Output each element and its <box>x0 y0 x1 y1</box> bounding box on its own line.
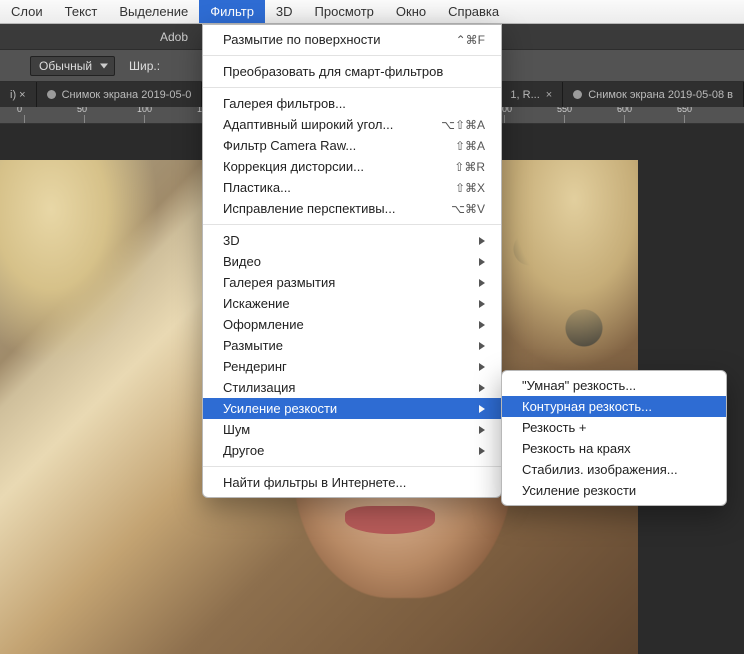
chevron-right-icon <box>479 363 485 371</box>
chevron-right-icon <box>479 342 485 350</box>
menu-item-label: Размытие <box>223 338 283 353</box>
menu-item-browse-filters[interactable]: Найти фильтры в Интернете... <box>203 472 501 493</box>
tab-label: Снимок экрана 2019-05-0 <box>62 89 192 101</box>
menu-text[interactable]: Текст <box>54 0 109 23</box>
ruler-tick <box>144 115 204 123</box>
tab-0[interactable]: i) × <box>0 82 37 107</box>
menu-separator <box>203 87 501 88</box>
chevron-right-icon <box>479 405 485 413</box>
menu-item-vanishing-point[interactable]: Исправление перспективы... ⌥⌘V <box>203 198 501 219</box>
shortcut-label: ⌥⇧⌘A <box>441 118 485 132</box>
menu-item-blur-gallery[interactable]: Галерея размытия <box>203 272 501 293</box>
menu-item-pixelate[interactable]: Оформление <box>203 314 501 335</box>
chevron-right-icon <box>479 279 485 287</box>
chevron-right-icon <box>479 426 485 434</box>
menu-item-label: Оформление <box>223 317 304 332</box>
menu-separator <box>203 466 501 467</box>
menu-item-label: Шум <box>223 422 250 437</box>
shortcut-label: ⌥⌘V <box>451 202 485 216</box>
menu-item-label: Усиление резкости <box>223 401 337 416</box>
ruler-tick <box>84 115 144 123</box>
menu-item-label: Фильтр Camera Raw... <box>223 138 356 153</box>
shortcut-label: ⌃⌘F <box>456 33 485 47</box>
tab-label: 1, R... <box>510 89 539 101</box>
shortcut-label: ⇧⌘R <box>454 160 485 174</box>
tab-1[interactable]: Снимок экрана 2019-05-0 <box>37 82 203 107</box>
chevron-right-icon <box>479 447 485 455</box>
menu-item-filter-gallery[interactable]: Галерея фильтров... <box>203 93 501 114</box>
close-icon[interactable]: × <box>546 89 552 101</box>
menu-layers[interactable]: Слои <box>0 0 54 23</box>
tab-label: Снимок экрана 2019-05-08 в <box>588 89 733 101</box>
app-menubar: Слои Текст Выделение Фильтр 3D Просмотр … <box>0 0 744 24</box>
blend-mode-select[interactable]: Обычный <box>30 56 115 76</box>
submenu-item-smart-sharpen[interactable]: "Умная" резкость... <box>502 375 726 396</box>
menu-item-convert-smart[interactable]: Преобразовать для смарт-фильтров <box>203 61 501 82</box>
ruler-tick <box>624 115 684 123</box>
chevron-right-icon <box>479 258 485 266</box>
submenu-item-sharpen-edges[interactable]: Резкость на краях <box>502 438 726 459</box>
menu-filter[interactable]: Фильтр <box>199 0 265 23</box>
menu-item-label: 3D <box>223 233 240 248</box>
menu-item-label: Размытие по поверхности <box>223 32 380 47</box>
menu-item-noise[interactable]: Шум <box>203 419 501 440</box>
menu-item-label: Видео <box>223 254 261 269</box>
width-label: Шир.: <box>129 59 160 73</box>
tab-2[interactable]: 1, R... × <box>500 82 563 107</box>
menu-3d[interactable]: 3D <box>265 0 304 23</box>
ruler-tick <box>504 115 564 123</box>
close-icon[interactable] <box>47 90 56 99</box>
filter-menu-dropdown: Размытие по поверхности ⌃⌘F Преобразоват… <box>202 24 502 498</box>
menu-item-label: Адаптивный широкий угол... <box>223 117 393 132</box>
menu-item-camera-raw[interactable]: Фильтр Camera Raw... ⇧⌘A <box>203 135 501 156</box>
chevron-right-icon <box>479 321 485 329</box>
menu-item-adaptive-wide-angle[interactable]: Адаптивный широкий угол... ⌥⇧⌘A <box>203 114 501 135</box>
menu-item-sharpen[interactable]: Усиление резкости <box>203 398 501 419</box>
menu-separator <box>203 55 501 56</box>
menu-item-label: Исправление перспективы... <box>223 201 395 216</box>
menu-item-last-filter[interactable]: Размытие по поверхности ⌃⌘F <box>203 29 501 50</box>
tab-label: i) × <box>10 89 26 101</box>
submenu-item-unsharp-mask[interactable]: Контурная резкость... <box>502 396 726 417</box>
menu-item-label: Галерея размытия <box>223 275 335 290</box>
menu-view[interactable]: Просмотр <box>304 0 385 23</box>
menu-item-other[interactable]: Другое <box>203 440 501 461</box>
menu-item-lens-correction[interactable]: Коррекция дисторсии... ⇧⌘R <box>203 156 501 177</box>
menu-separator <box>203 224 501 225</box>
menu-item-3d[interactable]: 3D <box>203 230 501 251</box>
menu-item-video[interactable]: Видео <box>203 251 501 272</box>
menu-item-liquify[interactable]: Пластика... ⇧⌘X <box>203 177 501 198</box>
menu-item-label: Коррекция дисторсии... <box>223 159 364 174</box>
chevron-right-icon <box>479 300 485 308</box>
menu-item-label: Искажение <box>223 296 290 311</box>
menu-item-label: Стилизация <box>223 380 295 395</box>
submenu-item-sharpen[interactable]: Усиление резкости <box>502 480 726 501</box>
ruler-tick <box>564 115 624 123</box>
menu-item-blur[interactable]: Размытие <box>203 335 501 356</box>
menu-item-label: Преобразовать для смарт-фильтров <box>223 64 443 79</box>
menu-item-label: Пластика... <box>223 180 291 195</box>
ruler-tick <box>684 115 744 123</box>
chevron-right-icon <box>479 237 485 245</box>
submenu-item-sharpen-more[interactable]: Резкость + <box>502 417 726 438</box>
menu-item-render[interactable]: Рендеринг <box>203 356 501 377</box>
menu-selection[interactable]: Выделение <box>108 0 199 23</box>
close-icon[interactable] <box>573 90 582 99</box>
shortcut-label: ⇧⌘X <box>455 181 485 195</box>
menu-item-label: Галерея фильтров... <box>223 96 346 111</box>
shortcut-label: ⇧⌘A <box>455 139 485 153</box>
menu-item-distort[interactable]: Искажение <box>203 293 501 314</box>
menu-item-label: Найти фильтры в Интернете... <box>223 475 406 490</box>
app-name-fragment: Adob <box>160 30 188 44</box>
menu-item-label: Рендеринг <box>223 359 287 374</box>
chevron-right-icon <box>479 384 485 392</box>
ruler-tick <box>24 115 84 123</box>
tab-3[interactable]: Снимок экрана 2019-05-08 в <box>563 82 744 107</box>
menu-help[interactable]: Справка <box>437 0 510 23</box>
sharpen-submenu: "Умная" резкость... Контурная резкость..… <box>501 370 727 506</box>
submenu-item-shake-reduction[interactable]: Стабилиз. изображения... <box>502 459 726 480</box>
menu-item-stylize[interactable]: Стилизация <box>203 377 501 398</box>
menu-window[interactable]: Окно <box>385 0 437 23</box>
menu-item-label: Другое <box>223 443 264 458</box>
